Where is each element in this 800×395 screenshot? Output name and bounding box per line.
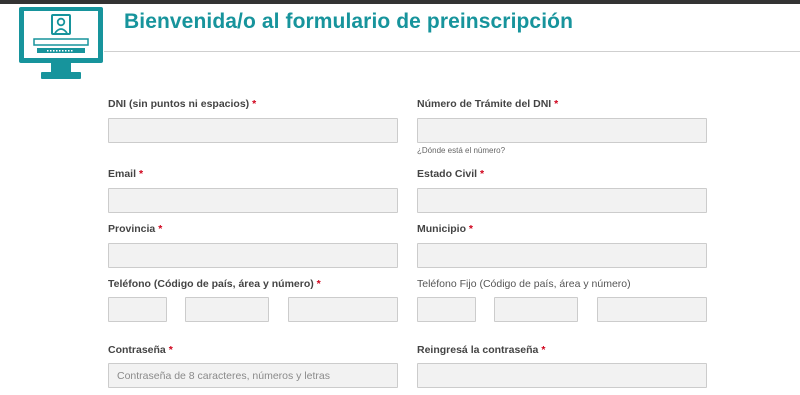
municipio-select[interactable]	[417, 243, 707, 268]
contrasena-label: Contraseña *	[108, 344, 173, 356]
required-mark: *	[480, 168, 485, 180]
dni-label: DNI (sin puntos ni espacios) *	[108, 98, 256, 110]
reingreso-label: Reingresá la contraseña *	[417, 344, 545, 356]
tramite-label-text: Número de Trámite del DNI	[417, 98, 552, 110]
computer-user-icon	[19, 7, 103, 79]
header-divider	[104, 51, 800, 52]
telefono-area-input[interactable]	[185, 297, 269, 322]
dni-label-text: DNI (sin puntos ni espacios)	[108, 98, 250, 110]
required-mark: *	[158, 223, 163, 235]
provincia-label: Provincia *	[108, 223, 162, 235]
telefono-fijo-area-input[interactable]	[494, 297, 578, 322]
estado-civil-select[interactable]	[417, 188, 707, 213]
email-label: Email *	[108, 168, 143, 180]
required-mark: *	[468, 223, 474, 235]
contrasena-input[interactable]	[108, 363, 398, 388]
reingreso-label-text: Reingresá la contraseña	[417, 344, 539, 356]
required-mark: *	[138, 168, 144, 180]
telefono-fijo-numero-input[interactable]	[597, 297, 707, 322]
telefono-pais-input[interactable]	[108, 297, 167, 322]
reingreso-input[interactable]	[417, 363, 707, 388]
required-mark: *	[168, 344, 173, 356]
telefono-fijo-pais-input[interactable]	[417, 297, 476, 322]
required-mark: *	[316, 278, 321, 290]
email-input[interactable]	[108, 188, 398, 213]
email-label-text: Email	[108, 168, 137, 180]
required-mark: *	[252, 98, 257, 110]
municipio-label: Municipio *	[417, 223, 473, 235]
telefono-label-text: Teléfono (Código de país, área y número)	[108, 278, 314, 290]
page-title: Bienvenida/o al formulario de preinscrip…	[124, 10, 573, 33]
dni-input[interactable]	[108, 118, 398, 143]
telefono-label: Teléfono (Código de país, área y número)…	[108, 278, 321, 290]
estado-civil-label-text: Estado Civil	[417, 168, 478, 180]
required-mark: *	[554, 98, 559, 110]
tramite-input[interactable]	[417, 118, 707, 143]
estado-civil-label: Estado Civil *	[417, 168, 484, 180]
top-bar	[0, 0, 800, 4]
provincia-label-text: Provincia	[108, 223, 156, 235]
provincia-select[interactable]	[108, 243, 398, 268]
contrasena-label-text: Contraseña	[108, 344, 166, 356]
telefono-numero-input[interactable]	[288, 297, 398, 322]
telefono-fijo-label: Teléfono Fijo (Código de país, área y nú…	[417, 278, 631, 290]
required-mark: *	[541, 344, 546, 356]
tramite-help-link[interactable]: ¿Dónde está el número?	[417, 146, 505, 155]
tramite-label: Número de Trámite del DNI *	[417, 98, 558, 110]
municipio-label-text: Municipio	[417, 223, 466, 235]
